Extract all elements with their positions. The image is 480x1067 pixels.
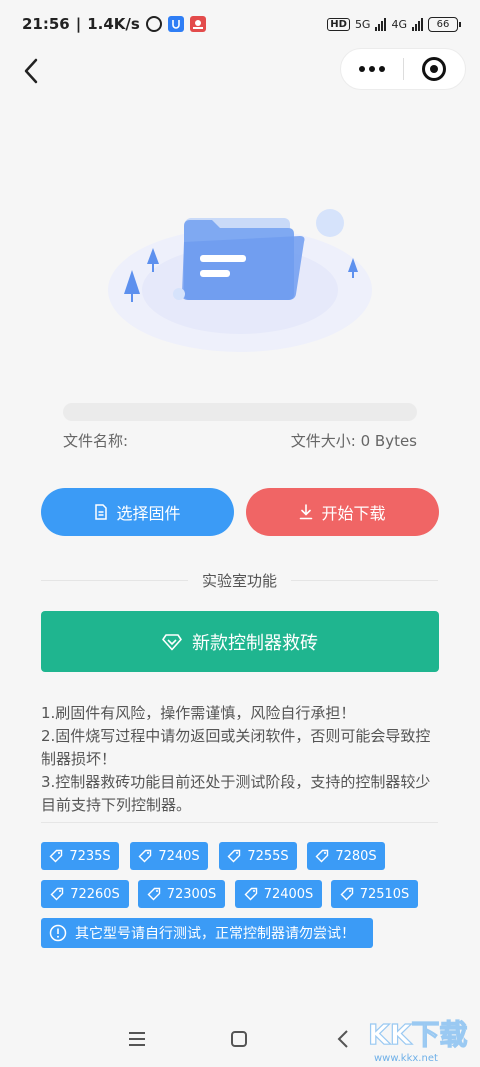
select-firmware-button[interactable]: 选择固件	[41, 488, 234, 536]
home-square-icon	[231, 1031, 247, 1047]
file-size-label: 文件大小: 0 Bytes	[290, 432, 417, 450]
tag-icon	[315, 849, 329, 863]
chevron-left-icon	[24, 58, 38, 84]
controller-tag[interactable]: 72300S	[138, 880, 225, 908]
more-dots-icon	[358, 66, 365, 72]
menu-icon	[129, 1032, 145, 1046]
back-triangle-icon	[337, 1030, 348, 1048]
rescue-controller-label: 新款控制器救砖	[192, 632, 318, 654]
divider	[41, 580, 188, 581]
rescue-controller-button[interactable]: 新款控制器救砖	[41, 611, 439, 672]
document-icon	[95, 504, 108, 520]
controller-tag-label: 72510S	[359, 886, 410, 902]
signal-icon-2	[412, 17, 423, 31]
status-separator: |	[75, 15, 82, 33]
more-button[interactable]	[341, 49, 403, 89]
tag-icon	[50, 887, 64, 901]
battery-level: 66	[436, 18, 450, 30]
status-left: 21:56 | 1.4K/s	[22, 15, 206, 33]
controller-tag[interactable]: 7255S	[219, 842, 297, 870]
menu-key[interactable]	[122, 1024, 152, 1054]
note-item: 2.固件烧写过程中请勿返回或关闭软件，否则可能会导致控制器损坏！	[41, 727, 431, 768]
select-firmware-label: 选择固件	[116, 504, 181, 523]
info-circle-icon	[49, 924, 67, 942]
back-button[interactable]	[16, 56, 46, 86]
blue-app-icon	[167, 16, 184, 32]
warning-text: 其它型号请自行测试，正常控制器请勿尝试！	[75, 926, 355, 942]
controller-tag[interactable]: 72400S	[235, 880, 322, 908]
status-bar: 21:56 | 1.4K/s HD 5G 4G 66	[0, 0, 480, 48]
folder-illustration	[108, 209, 372, 352]
alarm-icon	[145, 16, 162, 32]
status-speed: 1.4K/s	[87, 15, 140, 33]
file-name-label: 文件名称:	[63, 432, 129, 450]
controller-tag-label: 7240S	[158, 848, 200, 864]
tag-icon	[227, 849, 241, 863]
controller-tag-label: 72400S	[263, 886, 314, 902]
back-key[interactable]	[328, 1024, 358, 1054]
download-progress-bar	[63, 403, 417, 421]
target-circle-icon	[422, 57, 447, 81]
divider	[41, 822, 438, 823]
controller-tag-label: 7235S	[69, 848, 111, 864]
controller-tag-label: 7255S	[247, 848, 289, 864]
tag-icon	[138, 849, 152, 863]
status-right: HD 5G 4G 66	[327, 16, 461, 32]
red-app-icon	[189, 16, 206, 32]
tag-icon	[49, 849, 63, 863]
controller-tag[interactable]: 7235S	[41, 842, 119, 870]
signal-icon	[375, 17, 387, 31]
start-download-label: 开始下载	[321, 504, 386, 523]
download-icon	[300, 504, 313, 520]
note-item: 3.控制器救砖功能目前还处于测试阶段，支持的控制器较少目前支持下列控制器。	[41, 773, 431, 814]
net-label-1: 5G	[354, 17, 371, 31]
hd-badge: HD	[327, 17, 350, 31]
controller-tag[interactable]: 7280S	[307, 842, 385, 870]
more-dot	[368, 66, 375, 72]
controller-tag[interactable]: 7240S	[130, 842, 208, 870]
status-time: 21:56	[22, 15, 70, 33]
home-key[interactable]	[224, 1024, 254, 1054]
close-mini-program-button[interactable]	[403, 49, 465, 89]
site-watermark: KK下载 www.kkx.net	[367, 1017, 468, 1064]
divider	[291, 580, 439, 581]
net-label-2: 4G	[391, 17, 407, 31]
controller-tag-label: 7280S	[335, 848, 377, 864]
warning-badge: 其它型号请自行测试，正常控制器请勿尝试！	[41, 918, 373, 948]
file-info: 文件名称: 文件大小: 0 Bytes	[63, 430, 417, 451]
lab-section-header: 实验室功能	[41, 570, 439, 591]
controller-tag[interactable]: 72510S	[331, 880, 418, 908]
diamond-icon	[162, 633, 182, 650]
controller-tag-label: 72300S	[166, 886, 217, 902]
start-download-button[interactable]: 开始下载	[246, 488, 439, 536]
tag-icon	[244, 887, 257, 901]
lab-title: 实验室功能	[202, 572, 278, 590]
watermark-url: www.kkx.net	[374, 1053, 438, 1064]
note-item: 1.刷固件有风险，操作需谨慎，风险自行承担！	[41, 704, 356, 722]
more-dot	[378, 66, 385, 72]
nav-bar	[0, 48, 480, 94]
mini-program-capsule	[340, 48, 466, 90]
controller-tag[interactable]: 72260S	[41, 880, 129, 908]
notes: 1.刷固件有风险，操作需谨慎，风险自行承担！ 2.固件烧写过程中请勿返回或关闭软…	[41, 702, 441, 817]
controller-tag-label: 72260S	[70, 886, 120, 902]
battery-icon: 66	[428, 16, 461, 32]
watermark-text: KK下载	[368, 1018, 467, 1051]
tag-icon	[340, 887, 353, 901]
tag-icon	[147, 887, 160, 901]
